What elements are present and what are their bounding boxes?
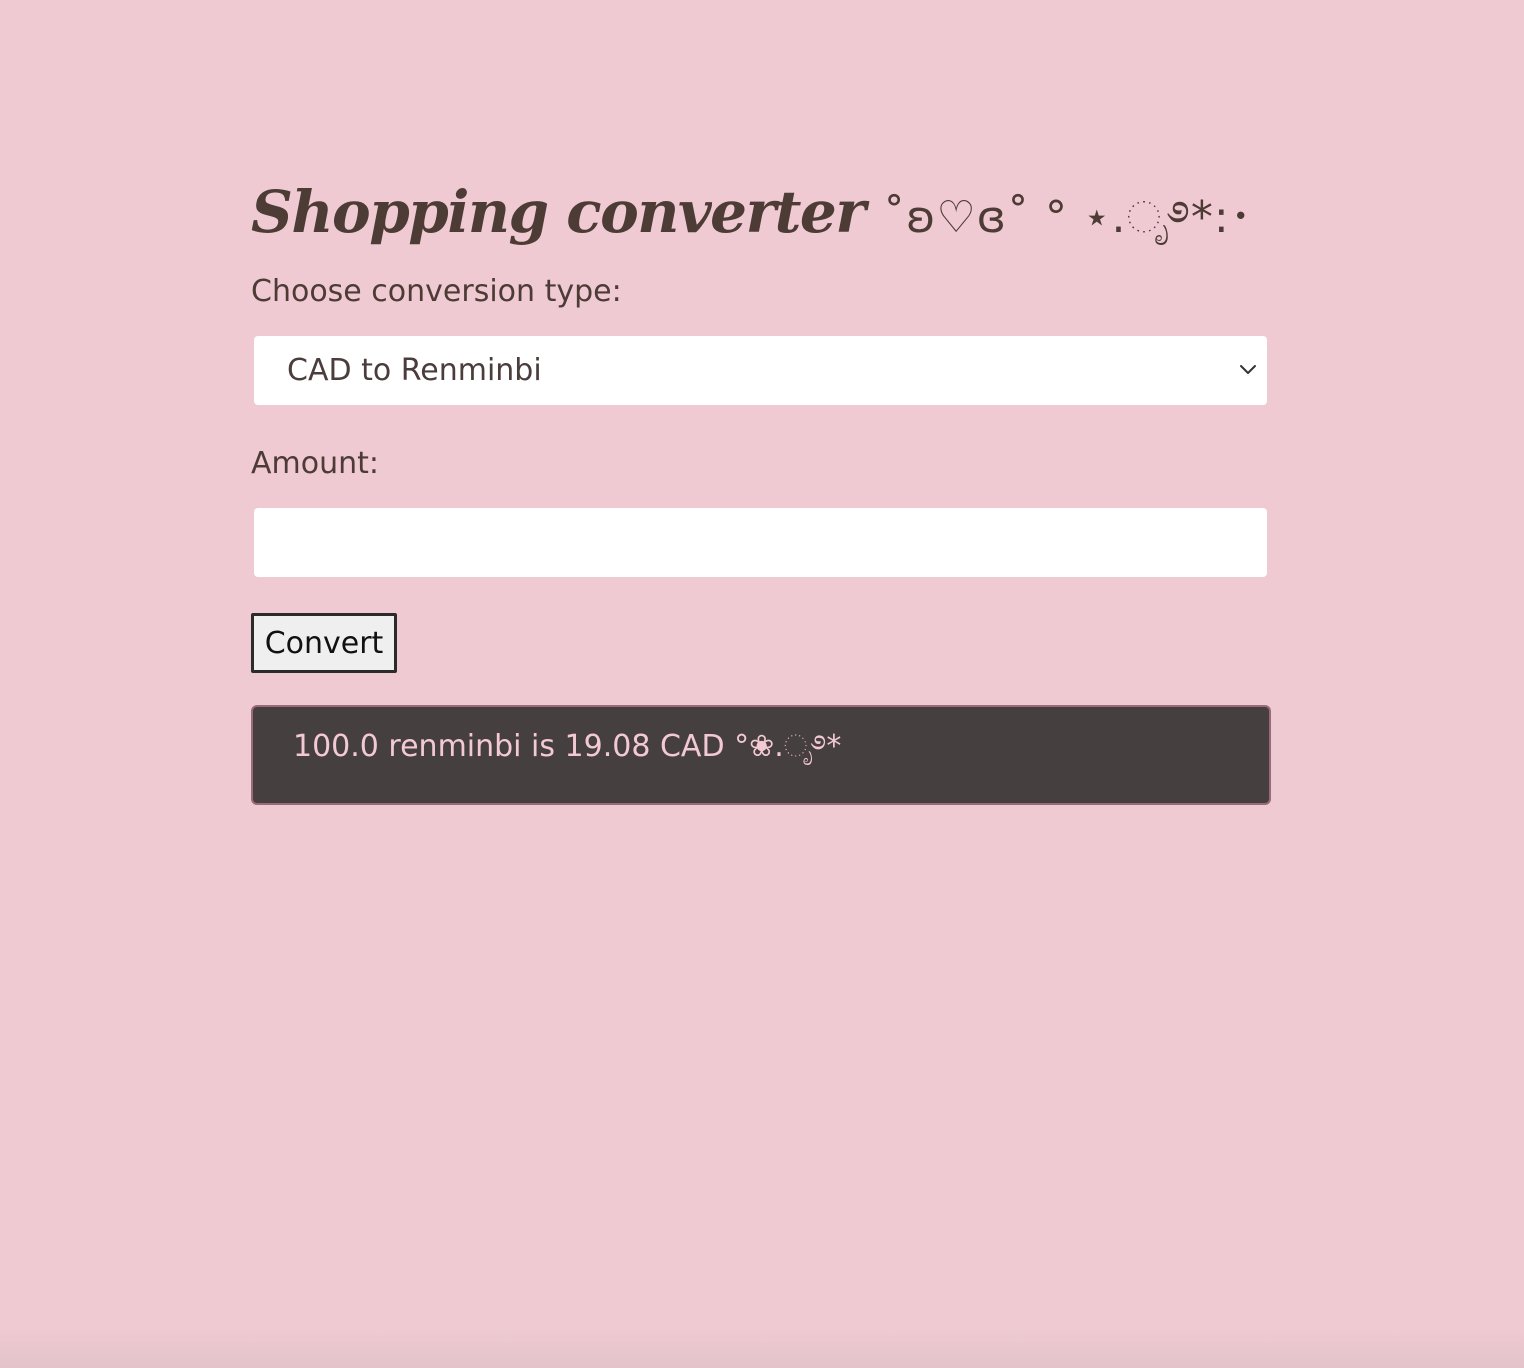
page-title-text: Shopping converter [251, 178, 866, 246]
amount-label: Amount: [251, 446, 379, 481]
page-title: Shopping converter ˚ʚ♡ɞ˚ ° ⋆.ೃ࿔*:･ [251, 172, 1253, 258]
amount-input[interactable] [254, 508, 1267, 577]
bottom-shade [0, 1328, 1524, 1368]
convert-button[interactable]: Convert [251, 613, 397, 673]
conversion-type-selected-value: CAD to Renminbi [287, 353, 542, 388]
chevron-down-icon [1240, 365, 1256, 374]
result-box: 100.0 renminbi is 19.08 CAD °❀.ೃ࿔* [251, 705, 1271, 805]
title-decoration: ˚ʚ♡ɞ˚ ° ⋆.ೃ࿔*:･ [883, 192, 1253, 243]
conversion-type-select[interactable]: CAD to Renminbi [254, 336, 1267, 405]
result-text: 100.0 renminbi is 19.08 CAD °❀.ೃ࿔* [293, 729, 842, 764]
conversion-type-label: Choose conversion type: [251, 274, 622, 309]
